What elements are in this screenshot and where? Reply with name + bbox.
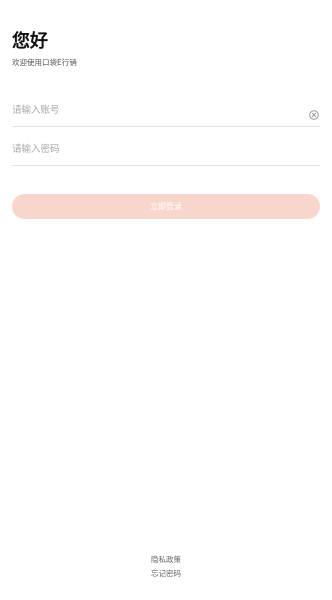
welcome-subtitle: 欢迎使用口袋E行销 [12, 58, 77, 67]
forgot-password-link[interactable]: 忘记密码 [0, 568, 332, 579]
password-field [12, 135, 320, 166]
clear-circle-icon[interactable] [309, 105, 319, 120]
account-field [12, 96, 320, 127]
page-title: 您好 [12, 31, 48, 52]
account-input[interactable] [12, 96, 302, 124]
password-input[interactable] [12, 135, 302, 163]
login-button[interactable]: 立即登录 [12, 194, 320, 219]
privacy-policy-link[interactable]: 隐私政策 [0, 554, 332, 565]
